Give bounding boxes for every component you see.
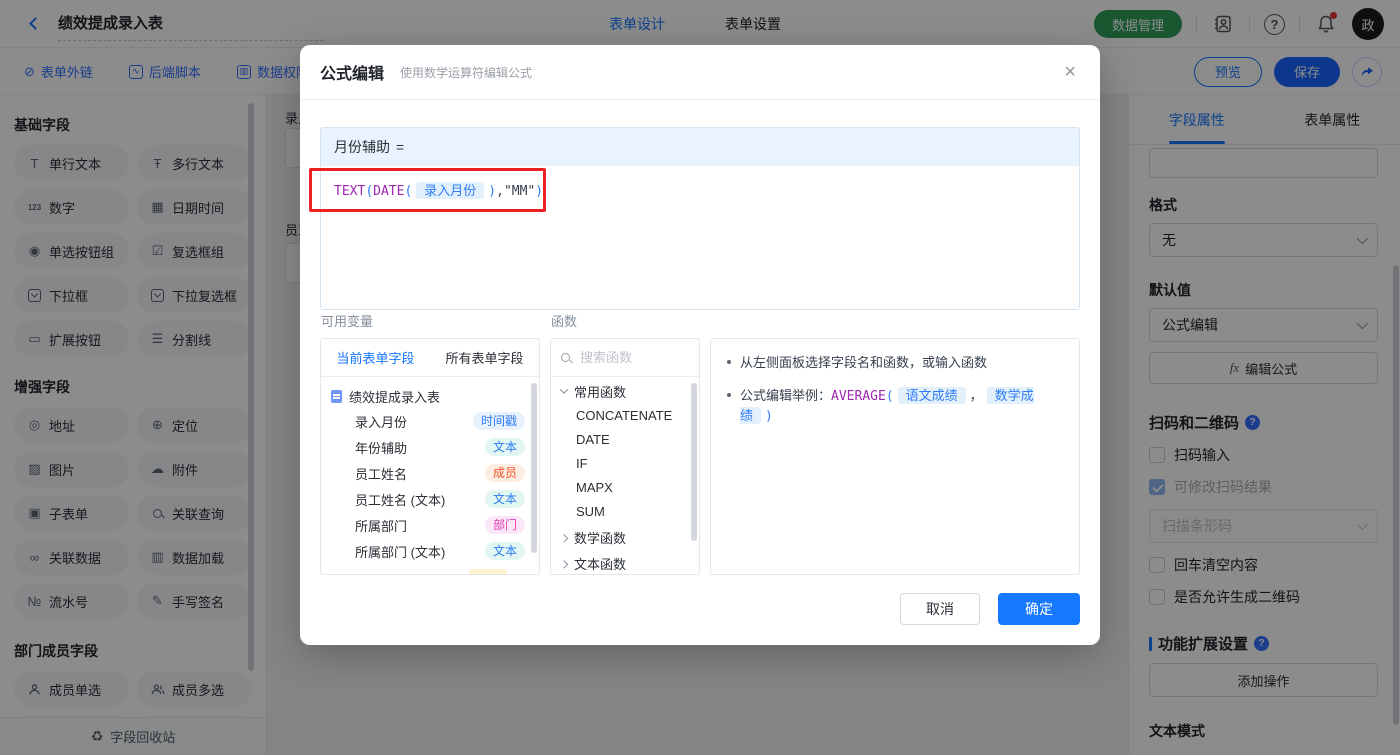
function-search[interactable] xyxy=(551,339,699,377)
bullet-icon xyxy=(727,360,731,364)
type-badge: 文本 xyxy=(485,490,525,508)
paren-token: ) xyxy=(535,184,543,199)
group-label: 常用函数 xyxy=(574,382,626,401)
paren-token: ( xyxy=(886,389,894,404)
variable-row[interactable]: 录入月份 时间戳 xyxy=(321,408,539,434)
tip-text: 公式编辑举例：AVERAGE(语文成绩，数学成绩) xyxy=(740,386,1063,427)
cancel-button[interactable]: 取消 xyxy=(900,593,980,625)
comma-token: , xyxy=(496,184,504,199)
variables-label: 可用变量 xyxy=(321,311,373,330)
field-chip[interactable]: 录入月份 xyxy=(416,182,484,199)
variable-row[interactable]: 员工姓名 (文本) 文本 xyxy=(321,486,539,512)
function-item-if[interactable]: IF xyxy=(551,451,699,475)
paren-token: ( xyxy=(365,184,373,199)
variable-row[interactable]: 所属部门 部门 xyxy=(321,512,539,538)
tab-all-form-fields[interactable]: 所有表单字段 xyxy=(430,339,539,376)
formula-input-area[interactable]: TEXT(DATE(录入月份),"MM") xyxy=(321,166,1079,213)
bullet-icon xyxy=(727,393,731,397)
modal-subtitle: 使用数学运算符编辑公式 xyxy=(400,64,532,81)
variables-tree-root[interactable]: 绩效提成录入表 xyxy=(321,377,539,408)
string-token: "MM" xyxy=(504,184,535,199)
comma-token: ， xyxy=(970,388,983,403)
modal-header: 公式编辑 使用数学运算符编辑公式 × xyxy=(300,45,1100,100)
function-token: DATE xyxy=(373,184,404,199)
function-token: AVERAGE xyxy=(831,389,886,404)
variables-scrollbar[interactable] xyxy=(531,383,537,553)
type-badge: 文本 xyxy=(485,542,525,560)
chevron-down-icon xyxy=(560,385,568,393)
type-badge: 文本 xyxy=(485,438,525,456)
variable-name: 员工姓名 (文本) xyxy=(355,490,445,509)
formula-target: 月份辅助 = xyxy=(321,128,1079,166)
tab-current-form-fields[interactable]: 当前表单字段 xyxy=(321,339,430,376)
app-root: 绩效提成录入表 表单设计 表单设置 数据管理 ? xyxy=(0,0,1400,755)
formula-editor-modal: 公式编辑 使用数学运算符编辑公式 × 月份辅助 = TEXT(DATE(录入月份… xyxy=(300,45,1100,645)
group-label: 数学函数 xyxy=(574,528,626,547)
help-tip-example: 公式编辑举例：AVERAGE(语文成绩，数学成绩) xyxy=(727,386,1063,427)
clipped-badge xyxy=(469,569,507,575)
variables-panel: 当前表单字段 所有表单字段 绩效提成录入表 录入月份 时间戳 年份辅助 文本 员… xyxy=(320,338,540,575)
example-prefix: 公式编辑举例： xyxy=(740,388,831,403)
help-tip: 从左侧面板选择字段名和函数，或输入函数 xyxy=(727,353,1063,373)
formula-editor: 月份辅助 = TEXT(DATE(录入月份),"MM") xyxy=(320,127,1080,310)
help-panel: 从左侧面板选择字段名和函数，或输入函数 公式编辑举例：AVERAGE( 语文成绩 ，… xyxy=(710,338,1080,575)
functions-panel: 常用函数 CONCATENATE DATE IF MAPX SUM 数学函数 文… xyxy=(550,338,700,575)
variable-name: 员工姓名 xyxy=(355,464,407,483)
formula-field-name: 月份辅助 xyxy=(334,137,390,157)
group-label: 文本函数 xyxy=(574,554,626,573)
modal-title: 公式编辑 xyxy=(320,60,384,84)
function-group-common[interactable]: 常用函数 xyxy=(551,379,699,403)
field-chip: 语文成绩 xyxy=(898,387,966,404)
tip-text: 从左侧面板选择字段名和函数，或输入函数 xyxy=(740,353,987,373)
function-token: TEXT xyxy=(334,184,365,199)
type-badge: 部门 xyxy=(485,516,525,534)
chevron-right-icon xyxy=(560,534,568,542)
form-name: 绩效提成录入表 xyxy=(349,387,440,406)
paren-token: ) xyxy=(488,184,496,199)
type-badge: 成员 xyxy=(485,464,525,482)
variable-name: 年份辅助 xyxy=(355,438,407,457)
variable-row[interactable]: 员工姓名 成员 xyxy=(321,460,539,486)
function-item-mapx[interactable]: MAPX xyxy=(551,475,699,499)
function-item-date[interactable]: DATE xyxy=(551,427,699,451)
function-group-math[interactable]: 数学函数 xyxy=(551,525,699,549)
variable-name: 所属部门 xyxy=(355,516,407,535)
paren-token: ) xyxy=(765,409,773,424)
functions-label: 函数 xyxy=(551,311,577,330)
variable-row[interactable]: 所属部门 (文本) 文本 xyxy=(321,538,539,564)
form-file-icon xyxy=(331,390,342,403)
variable-name: 录入月份 xyxy=(355,412,407,431)
function-search-input[interactable] xyxy=(578,349,668,366)
close-icon[interactable]: × xyxy=(1064,62,1076,82)
search-icon xyxy=(561,353,570,362)
chevron-right-icon xyxy=(560,560,568,568)
variable-row[interactable]: 年份辅助 文本 xyxy=(321,434,539,460)
functions-scrollbar[interactable] xyxy=(691,383,697,541)
paren-token: ( xyxy=(404,184,412,199)
function-group-text[interactable]: 文本函数 xyxy=(551,551,699,575)
function-item-concatenate[interactable]: CONCATENATE xyxy=(551,403,699,427)
variable-name: 所属部门 (文本) xyxy=(355,542,445,561)
variables-tabs: 当前表单字段 所有表单字段 xyxy=(321,339,539,377)
type-badge: 时间戳 xyxy=(473,412,525,430)
confirm-button[interactable]: 确定 xyxy=(998,593,1080,625)
function-item-sum[interactable]: SUM xyxy=(551,499,699,523)
equals-sign: = xyxy=(396,139,404,155)
